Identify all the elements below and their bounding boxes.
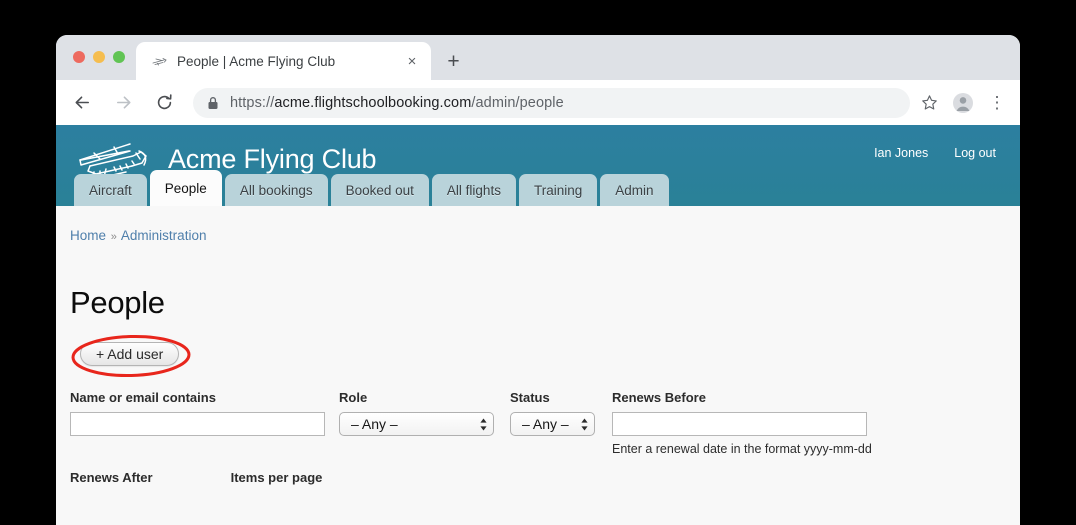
name-filter-input[interactable]	[70, 412, 325, 436]
url-path: /admin/people	[471, 94, 564, 111]
browser-tab[interactable]: People | Acme Flying Club ×	[136, 42, 431, 80]
airplane-favicon-icon	[150, 53, 168, 69]
status-filter-value: – Any –	[522, 416, 569, 432]
address-bar[interactable]: https://acme.flightschoolbooking.com/adm…	[193, 87, 910, 118]
role-filter-label: Role	[339, 390, 368, 405]
renews-before-input[interactable]	[612, 412, 867, 436]
window-controls	[73, 51, 125, 63]
star-icon[interactable]	[914, 88, 944, 118]
renews-before-label: Renews Before	[612, 390, 706, 405]
status-filter-select[interactable]: – Any –	[510, 412, 595, 436]
status-filter-label: Status	[510, 390, 550, 405]
field-role: Role – Any –	[339, 390, 494, 436]
stepper-arrows-icon	[479, 417, 488, 432]
user-name-link[interactable]: Ian Jones	[874, 146, 928, 160]
field-name-or-email: Name or email contains	[70, 390, 325, 436]
nav-tab-people[interactable]: People	[149, 170, 222, 206]
primary-nav-tabs: Aircraft People All bookings Booked out …	[56, 170, 1020, 206]
maximize-window-button[interactable]	[113, 51, 125, 63]
reload-button[interactable]	[149, 88, 179, 118]
url-text: https://acme.flightschoolbooking.com/adm…	[230, 95, 564, 111]
browser-tab-title: People | Acme Flying Club	[177, 53, 336, 69]
minimize-window-button[interactable]	[93, 51, 105, 63]
role-filter-value: – Any –	[351, 416, 398, 432]
browser-tab-strip: People | Acme Flying Club × +	[56, 35, 1020, 80]
nav-tab-booked-out[interactable]: Booked out	[330, 174, 429, 206]
nav-tab-admin[interactable]: Admin	[600, 174, 669, 206]
filter-form: Name or email contains Role – Any – Stat…	[70, 390, 1006, 456]
page-body: Home » Administration People + Add user …	[56, 228, 1020, 485]
page-viewport: Acme Flying Club Ian Jones Log out Aircr…	[56, 125, 1020, 525]
site-header: Acme Flying Club Ian Jones Log out Aircr…	[56, 125, 1020, 206]
nav-tab-all-bookings[interactable]: All bookings	[224, 174, 328, 206]
name-filter-label: Name or email contains	[70, 390, 216, 405]
back-button[interactable]	[67, 88, 97, 118]
stepper-arrows-icon	[580, 417, 589, 432]
new-tab-button[interactable]: +	[441, 49, 466, 74]
items-per-page-label: Items per page	[230, 470, 323, 485]
breadcrumb-home-link[interactable]: Home	[70, 228, 106, 243]
breadcrumb-administration-link[interactable]: Administration	[121, 228, 207, 243]
field-renews-before: Renews Before Enter a renewal date in th…	[612, 390, 872, 456]
close-tab-button[interactable]: ×	[400, 49, 424, 73]
header-user-links: Ian Jones Log out	[874, 146, 996, 160]
browser-toolbar: https://acme.flightschoolbooking.com/adm…	[56, 80, 1020, 125]
browser-menu-button[interactable]: ⋮	[982, 88, 1012, 118]
breadcrumb: Home » Administration	[70, 228, 1006, 243]
renews-before-help-text: Enter a renewal date in the format yyyy-…	[612, 442, 872, 456]
browser-window: People | Acme Flying Club × + https://ac…	[56, 35, 1020, 525]
role-filter-select[interactable]: – Any –	[339, 412, 494, 436]
toolbar-actions: ⋮	[910, 88, 1012, 118]
nav-tab-training[interactable]: Training	[518, 174, 598, 206]
avatar-icon[interactable]	[948, 88, 978, 118]
lock-icon	[207, 96, 219, 110]
add-user-area: + Add user	[70, 334, 200, 378]
url-scheme: https://	[230, 94, 275, 111]
field-status: Status – Any –	[510, 390, 595, 436]
logout-link[interactable]: Log out	[954, 146, 996, 160]
url-host: acme.flightschoolbooking.com	[274, 94, 472, 111]
forward-button[interactable]	[108, 88, 138, 118]
nav-tab-all-flights[interactable]: All flights	[431, 174, 516, 206]
filter-form-row-2: Renews After Items per page	[70, 470, 1006, 485]
breadcrumb-separator: »	[110, 231, 117, 243]
close-window-button[interactable]	[73, 51, 85, 63]
nav-tab-aircraft[interactable]: Aircraft	[74, 174, 147, 206]
add-user-button[interactable]: + Add user	[80, 342, 180, 366]
page-title: People	[70, 285, 165, 320]
renews-after-label: Renews After	[70, 470, 153, 485]
